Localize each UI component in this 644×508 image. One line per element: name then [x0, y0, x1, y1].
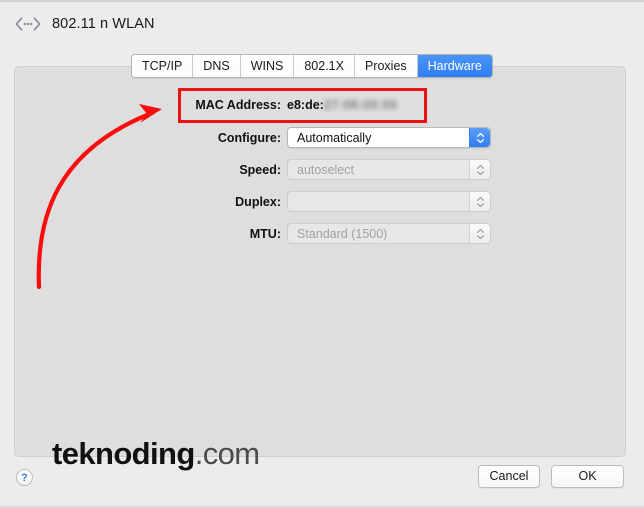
tab-hardware[interactable]: Hardware — [417, 55, 492, 77]
wlan-chevrons-icon — [14, 16, 42, 32]
tab-proxies[interactable]: Proxies — [354, 55, 418, 77]
mtu-value: Standard (1500) — [297, 226, 388, 241]
speed-select: autoselect — [287, 159, 491, 180]
watermark: teknoding.com — [52, 436, 260, 471]
cancel-button[interactable]: Cancel — [478, 465, 540, 488]
tab-dns[interactable]: DNS — [193, 55, 241, 77]
mac-address-highlight-box — [178, 88, 427, 123]
speed-value: autoselect — [297, 162, 354, 177]
mtu-stepper — [469, 224, 490, 243]
duplex-row: Duplex: — [187, 191, 491, 212]
mtu-label: MTU: — [249, 226, 281, 241]
duplex-stepper — [469, 192, 490, 211]
hardware-panel — [14, 66, 626, 457]
speed-row: Speed: autoselect — [187, 159, 491, 180]
duplex-select — [287, 191, 491, 212]
tab-bar: TCP/IP DNS WINS 802.1X Proxies Hardware — [131, 54, 493, 78]
configure-stepper[interactable] — [469, 128, 490, 147]
window-header: 802.11 n WLAN — [14, 16, 155, 32]
watermark-bold: teknoding — [52, 436, 195, 471]
tab-8021x[interactable]: 802.1X — [294, 55, 355, 77]
watermark-light: .com — [194, 436, 260, 471]
mtu-select: Standard (1500) — [287, 223, 491, 244]
tab-tcpip[interactable]: TCP/IP — [132, 55, 194, 77]
mtu-row: MTU: Standard (1500) — [187, 223, 491, 244]
page-title: 802.11 n WLAN — [52, 16, 155, 32]
speed-label: Speed: — [239, 162, 281, 177]
window-top-border — [0, 0, 644, 2]
configure-row: Configure: Automatically — [187, 127, 491, 148]
configure-select[interactable]: Automatically — [287, 127, 491, 148]
configure-label: Configure: — [217, 130, 281, 145]
help-button[interactable]: ? — [16, 469, 33, 486]
tab-wins[interactable]: WINS — [240, 55, 295, 77]
configure-value: Automatically — [297, 130, 372, 145]
ok-button[interactable]: OK — [551, 465, 624, 488]
network-settings-window: 802.11 n WLAN TCP/IP DNS WINS 802.1X Pro… — [0, 0, 644, 508]
duplex-label: Duplex: — [235, 194, 281, 209]
speed-stepper — [469, 160, 490, 179]
